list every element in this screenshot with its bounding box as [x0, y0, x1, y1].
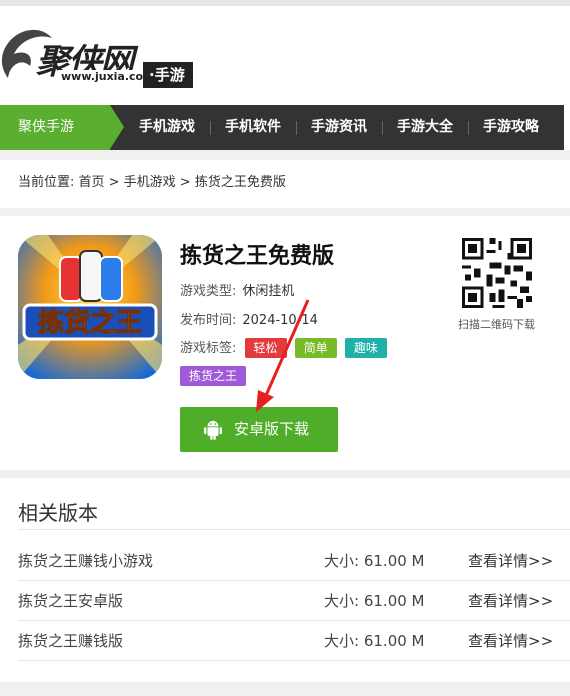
nav-item-mobile-games[interactable]: 手机游戏 [124, 105, 210, 150]
related-item-name[interactable]: 拣货之王安卓版 [18, 581, 123, 621]
game-app-icon: 拣货之王 [18, 235, 162, 379]
related-item-size: 大小: 61.00 M [324, 592, 425, 610]
logo-subtitle: ·手游 [143, 62, 193, 88]
game-icon-text: 拣货之王 [38, 307, 142, 338]
game-title: 拣货之王免费版 [180, 244, 335, 269]
nav-item-game-collection[interactable]: 手游大全 [382, 105, 468, 150]
site-header: 聚侠网 www.juxia.com ·手游 [0, 0, 570, 105]
related-versions: 相关版本 拣货之王赚钱小游戏 大小: 61.00 M 查看详情>> 拣货之王安卓… [0, 478, 570, 682]
view-details-link[interactable]: 查看详情>> [468, 541, 553, 581]
game-type-label: 游戏类型: [180, 284, 237, 299]
related-item-size: 大小: 61.00 M [324, 632, 425, 650]
nav-item-guides[interactable]: 手游攻略 [468, 105, 554, 150]
list-item: 拣货之王赚钱版 大小: 61.00 M 查看详情>> [18, 621, 570, 661]
view-details-link[interactable]: 查看详情>> [468, 621, 553, 661]
related-item-name[interactable]: 拣货之王赚钱版 [18, 621, 123, 661]
release-date-label: 发布时间: [180, 313, 237, 328]
main-nav: 聚侠手游 手机游戏 手机软件 手游资讯 手游大全 手游攻略 [0, 105, 570, 150]
related-title: 相关版本 [18, 501, 98, 525]
nav-home[interactable]: 聚侠手游 [0, 105, 124, 150]
red-arrow-annotation [256, 299, 310, 412]
divider [18, 529, 570, 530]
list-item: 拣货之王安卓版 大小: 61.00 M 查看详情>> [18, 581, 570, 621]
nav-items: 手机游戏 手机软件 手游资讯 手游大全 手游攻略 [124, 105, 554, 150]
qr-code-label: 扫描二维码下载 [458, 318, 535, 331]
site-logo[interactable]: 聚侠网 www.juxia.com ·手游 [0, 20, 200, 100]
breadcrumb[interactable]: 当前位置: 首页 > 手机游戏 > 拣货之王免费版 [0, 160, 570, 208]
game-tags-row-2: 拣货之王 [180, 366, 247, 386]
nav-item-news[interactable]: 手游资讯 [296, 105, 382, 150]
android-download-label: 安卓版下载 [234, 420, 310, 438]
nav-item-mobile-software[interactable]: 手机软件 [210, 105, 296, 150]
related-item-name[interactable]: 拣货之王赚钱小游戏 [18, 541, 153, 581]
page-bottom [0, 682, 570, 696]
qr-code [459, 235, 535, 311]
game-tags-label: 游戏标签: [180, 341, 237, 356]
view-details-link[interactable]: 查看详情>> [468, 581, 553, 621]
list-item: 拣货之王赚钱小游戏 大小: 61.00 M 查看详情>> [18, 541, 570, 581]
related-item-size: 大小: 61.00 M [324, 552, 425, 570]
nav-more [564, 105, 570, 150]
tag-game-name[interactable]: 拣货之王 [180, 366, 247, 386]
tag-fun[interactable]: 趣味 [344, 338, 387, 358]
android-icon [204, 420, 222, 440]
